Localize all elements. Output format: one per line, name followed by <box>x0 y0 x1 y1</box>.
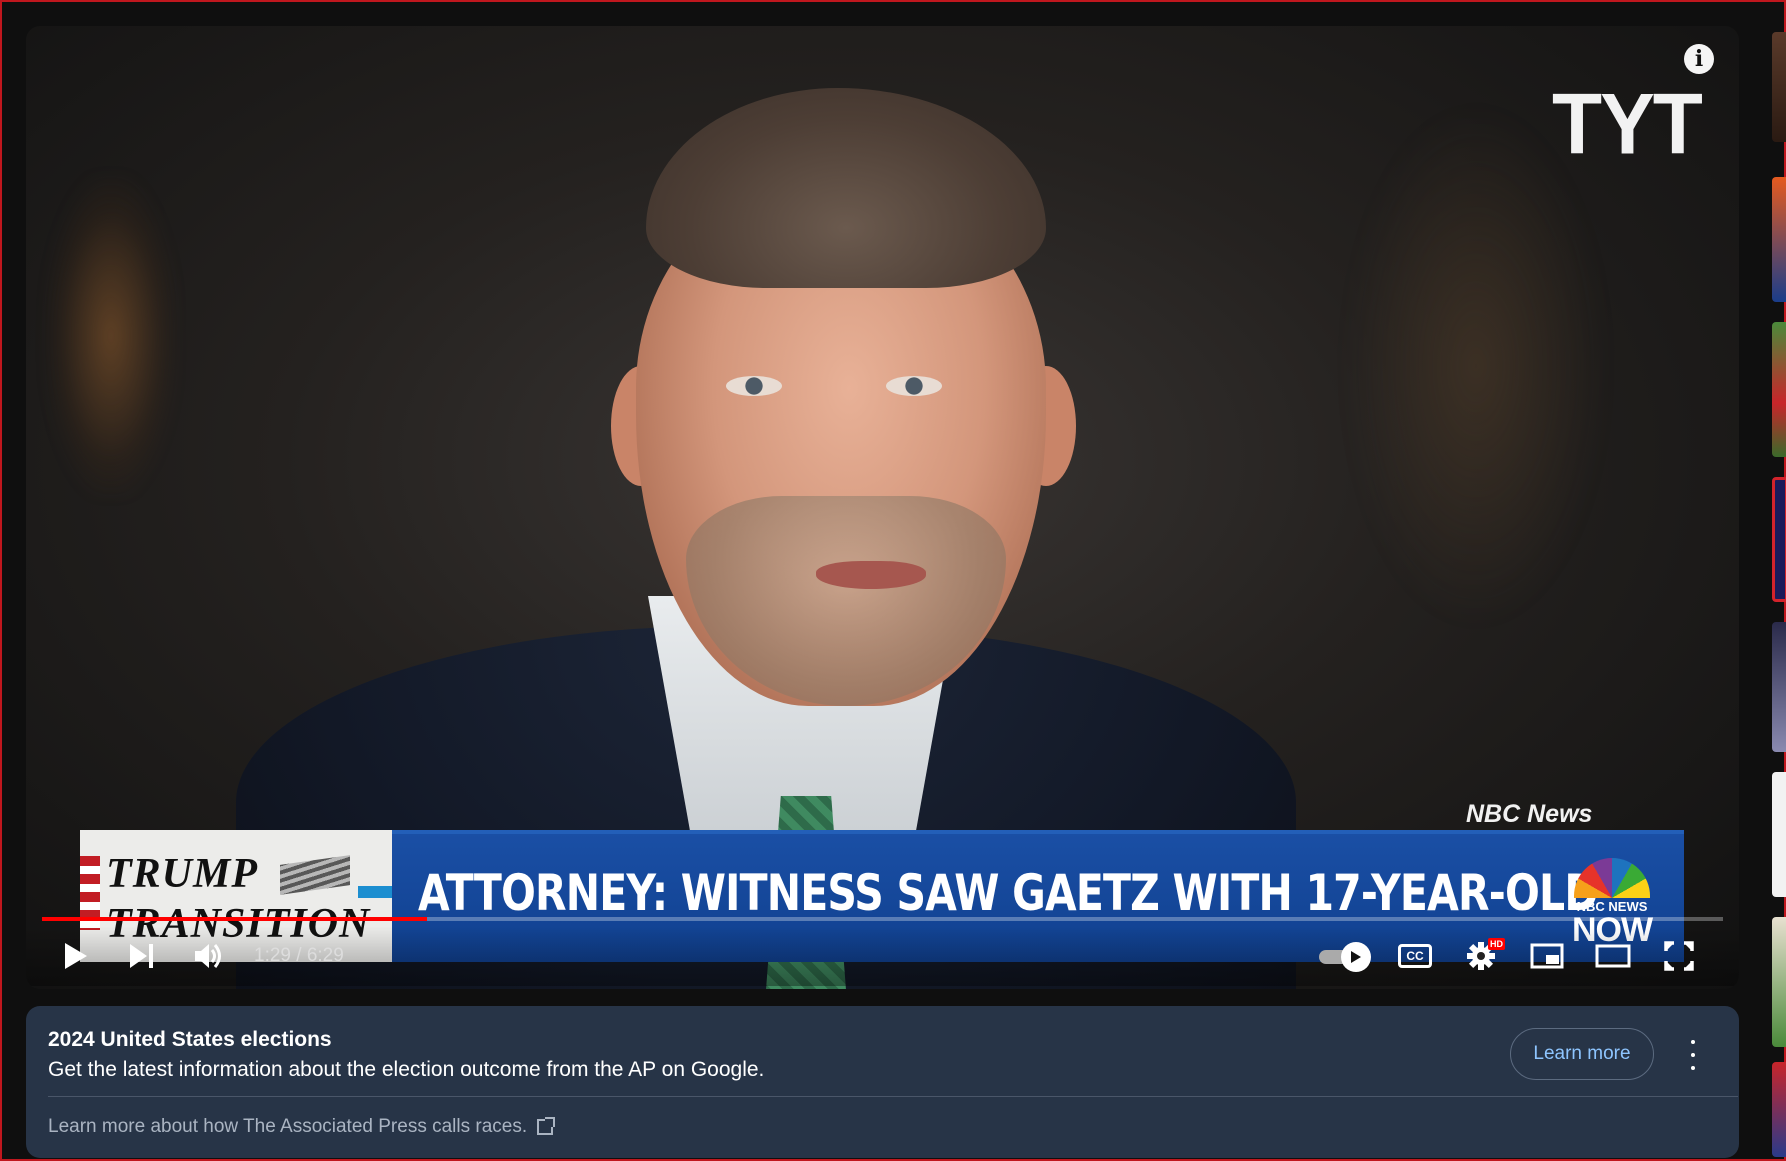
eye-right <box>886 376 942 396</box>
miniplayer-button[interactable] <box>1519 932 1575 980</box>
segment-line-1: TRUMP <box>106 851 258 897</box>
fullscreen-button[interactable] <box>1651 932 1707 980</box>
next-button[interactable] <box>114 932 170 980</box>
recommendation-thumbnail[interactable] <box>1772 477 1786 602</box>
autoplay-knob <box>1341 942 1371 972</box>
hd-badge: HD <box>1488 938 1505 950</box>
recommendation-thumbnail[interactable] <box>1772 322 1786 457</box>
eye-left <box>726 376 782 396</box>
divider <box>48 1096 1738 1097</box>
more-options-icon[interactable] <box>1686 1040 1700 1070</box>
time-display: 1:29 / 6:29 <box>254 945 344 966</box>
peacock-icon <box>1574 858 1650 898</box>
volume-icon <box>195 944 221 968</box>
panel-description: Get the latest information about the ele… <box>48 1058 765 1081</box>
player-controls: 1:29 / 6:29 CC HD <box>26 926 1739 986</box>
progress-played <box>42 917 427 921</box>
segment-accent <box>358 886 392 898</box>
info-panel: 2024 United States elections Get the lat… <box>26 1006 1739 1158</box>
fullscreen-icon <box>1664 941 1694 971</box>
mouth <box>816 561 926 589</box>
captions-icon: CC <box>1398 944 1432 968</box>
progress-bar[interactable] <box>42 917 1723 921</box>
ap-info-link[interactable]: Learn more about how The Associated Pres… <box>48 1116 556 1138</box>
learn-more-button[interactable]: Learn more <box>1510 1028 1654 1080</box>
hair <box>646 88 1046 288</box>
flag-icon <box>280 855 350 895</box>
ap-info-link-text: Learn more about how The Associated Pres… <box>48 1116 528 1137</box>
miniplayer-icon <box>1530 943 1564 969</box>
recommendation-thumbnail[interactable] <box>1772 32 1786 142</box>
recommendation-thumbnail[interactable] <box>1772 622 1786 752</box>
recommendation-thumbnail[interactable] <box>1772 177 1786 302</box>
play-button[interactable] <box>48 932 104 980</box>
theater-button[interactable] <box>1585 932 1641 980</box>
volume-button[interactable] <box>180 932 236 980</box>
external-link-icon <box>537 1117 556 1135</box>
panel-title: 2024 United States elections <box>48 1028 332 1051</box>
source-credit: NBC News <box>1466 800 1593 828</box>
play-icon <box>65 943 87 969</box>
theater-icon <box>1595 944 1631 968</box>
captions-button[interactable]: CC <box>1387 932 1443 980</box>
recommendation-thumbnail[interactable] <box>1772 917 1786 1047</box>
autoplay-toggle[interactable] <box>1319 942 1375 972</box>
headline-text: ATTORNEY: WITNESS SAW GAETZ WITH 17-YEAR… <box>418 864 1598 922</box>
settings-button[interactable]: HD <box>1453 932 1509 980</box>
channel-watermark: TYT <box>1552 76 1703 173</box>
next-icon <box>130 944 153 968</box>
info-icon[interactable]: i <box>1684 44 1714 74</box>
recommendation-thumbnail[interactable] <box>1772 1062 1786 1157</box>
play-icon <box>1351 951 1361 963</box>
video-player[interactable]: TYT i NBC News TRUMP TRANSITION ATTORNEY… <box>26 26 1739 989</box>
recommendation-thumbnail[interactable] <box>1772 772 1786 897</box>
